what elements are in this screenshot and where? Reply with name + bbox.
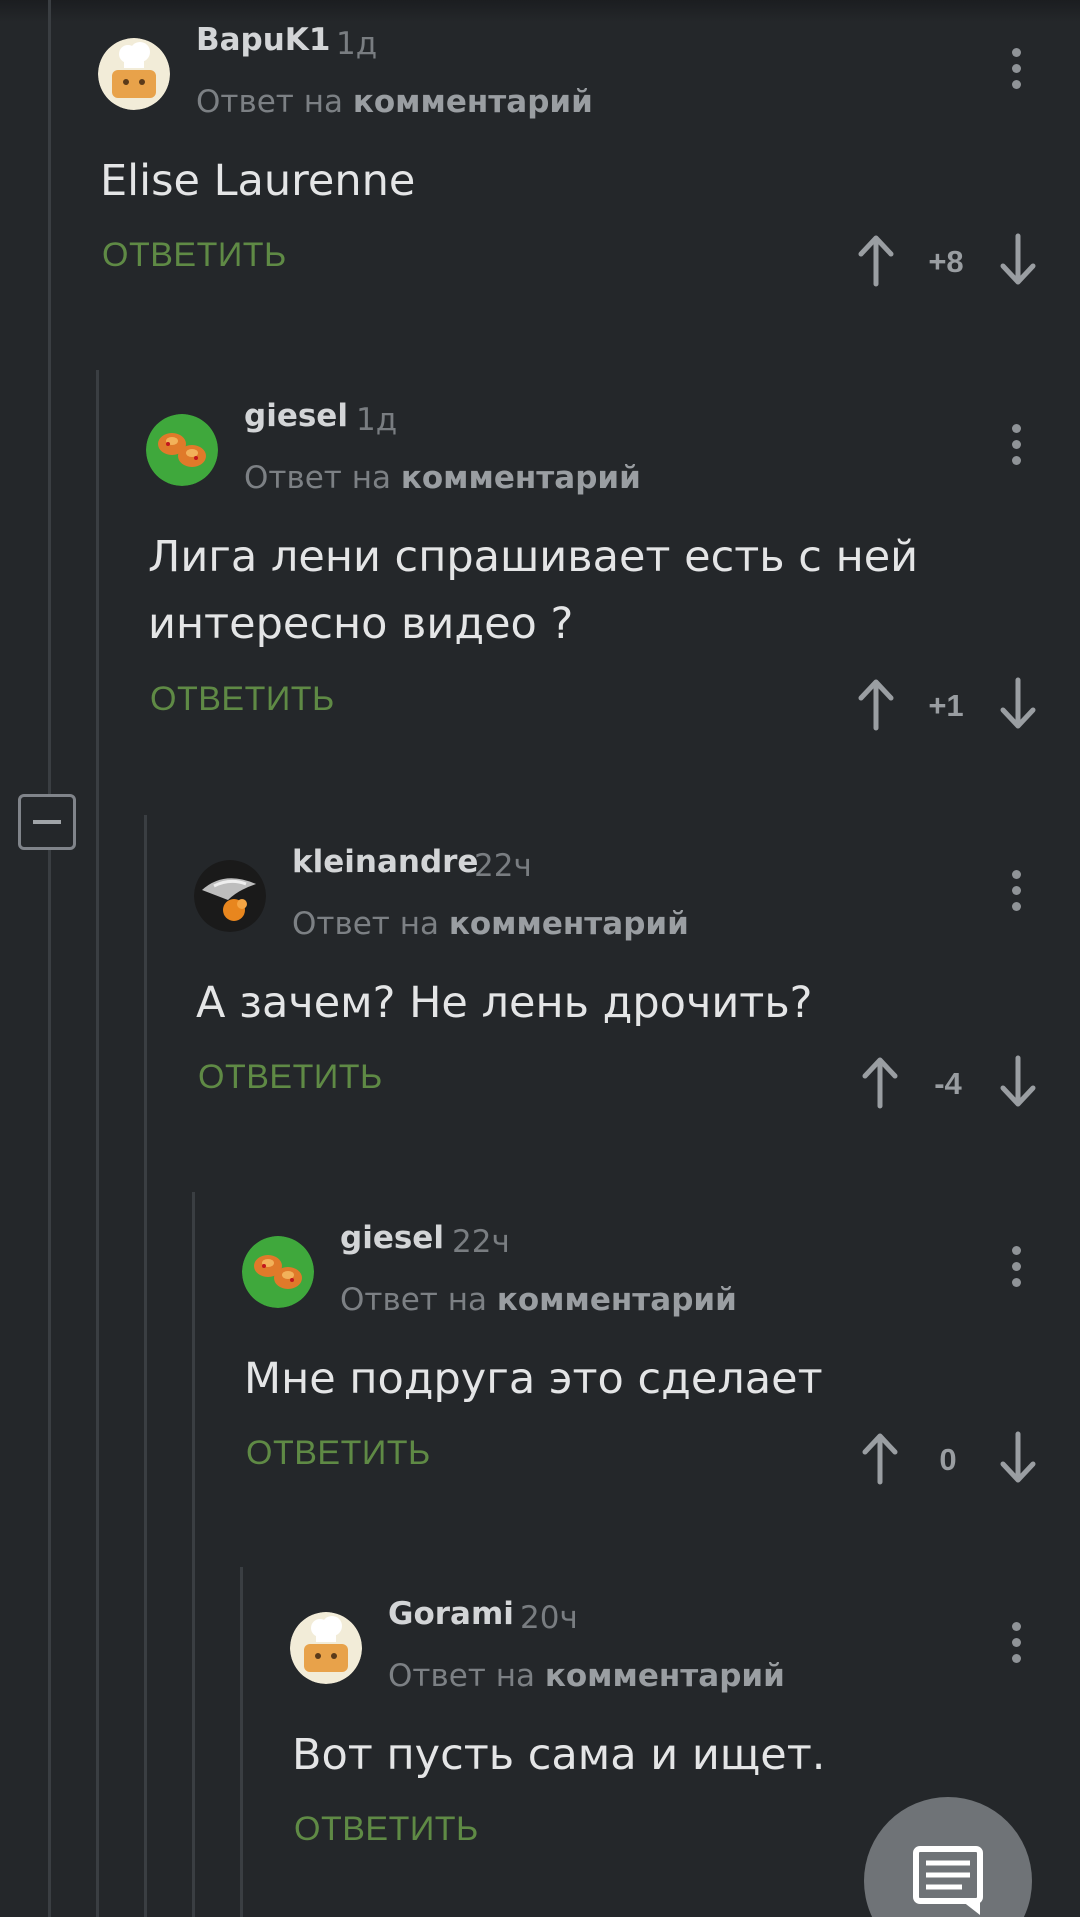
comment-author[interactable]: ВарuK1 [196, 22, 330, 58]
avatar-green-bun-icon[interactable] [242, 1236, 314, 1308]
comment-time: 20ч [520, 1600, 578, 1636]
upvote-arrow-icon[interactable] [860, 1430, 900, 1486]
downvote-arrow-icon[interactable] [998, 232, 1038, 288]
comment-text: Лига лени спрашивает есть с ней интересн… [148, 532, 919, 649]
avatar-green-bun-icon[interactable] [146, 414, 218, 486]
comment-time: 22ч [474, 848, 532, 884]
downvote-arrow-icon[interactable] [998, 1054, 1038, 1110]
comment-time: 22ч [452, 1224, 510, 1260]
reply-to-link[interactable]: Ответ на комментарий [196, 84, 593, 120]
reply-button[interactable]: ОТВЕТИТЬ [246, 1434, 431, 1473]
comment-text: Elise Laurenne [100, 156, 416, 206]
reply-to-target[interactable]: комментарий [401, 460, 641, 496]
reply-to-prefix: Ответ на [196, 84, 343, 120]
rating-score: +8 [928, 244, 964, 279]
comment-author[interactable]: giesel [340, 1220, 444, 1256]
upvote-arrow-icon[interactable] [856, 232, 896, 288]
downvote-arrow-icon[interactable] [998, 676, 1038, 732]
reply-to-link[interactable]: Ответ на комментарий [244, 460, 641, 496]
more-options-icon[interactable] [1002, 48, 1030, 96]
upvote-arrow-icon[interactable] [856, 676, 896, 732]
avatar-chef-icon[interactable] [290, 1612, 362, 1684]
comment: ВарuK1 1д Ответ на комментарий Elise Lau… [0, 0, 1080, 360]
reply-to-target[interactable]: комментарий [497, 1282, 737, 1318]
more-options-icon[interactable] [1002, 870, 1030, 918]
comment-text: Мне подруга это сделает [244, 1354, 823, 1404]
reply-button[interactable]: ОТВЕТИТЬ [198, 1058, 383, 1097]
reply-button[interactable]: ОТВЕТИТЬ [294, 1810, 479, 1849]
comment-time: 1д [336, 26, 378, 62]
rating-score: 0 [939, 1442, 957, 1477]
comment-time: 1д [356, 402, 398, 438]
comment: kleinandre 22ч Ответ на комментарий А за… [0, 822, 1080, 1182]
reply-button[interactable]: ОТВЕТИТЬ [102, 236, 287, 275]
comment-fab-button[interactable] [864, 1797, 1032, 1917]
more-options-icon[interactable] [1002, 424, 1030, 472]
comments-page: ВарuK1 1д Ответ на комментарий Elise Lau… [0, 0, 1080, 1917]
reply-to-link[interactable]: Ответ на комментарий [292, 906, 689, 942]
more-options-icon[interactable] [1002, 1246, 1030, 1294]
avatar-bird-photo-icon[interactable] [194, 860, 266, 932]
avatar-chef-icon[interactable] [98, 38, 170, 110]
reply-to-link[interactable]: Ответ на комментарий [340, 1282, 737, 1318]
reply-to-prefix: Ответ на [340, 1282, 487, 1318]
rating-score: +1 [928, 688, 964, 723]
reply-to-prefix: Ответ на [244, 460, 391, 496]
comment: giesel 1д Ответ на комментарий Лига лени… [0, 376, 1080, 796]
reply-to-prefix: Ответ на [388, 1658, 535, 1694]
comment-icon [913, 1846, 983, 1915]
comment-author[interactable]: Gorami [388, 1596, 514, 1632]
comment-text: А зачем? Не лень дрочить? [196, 978, 813, 1028]
reply-to-target[interactable]: комментарий [545, 1658, 785, 1694]
upvote-arrow-icon[interactable] [860, 1054, 900, 1110]
reply-button[interactable]: ОТВЕТИТЬ [150, 680, 335, 719]
comment-text: Вот пусть сама и ищет. [292, 1730, 826, 1780]
comment-author[interactable]: giesel [244, 398, 348, 434]
rating-score: -4 [934, 1066, 962, 1101]
downvote-arrow-icon[interactable] [998, 1430, 1038, 1486]
reply-to-link[interactable]: Ответ на комментарий [388, 1658, 785, 1694]
reply-to-prefix: Ответ на [292, 906, 439, 942]
comment-author[interactable]: kleinandre [292, 844, 478, 880]
more-options-icon[interactable] [1002, 1622, 1030, 1670]
reply-to-target[interactable]: комментарий [449, 906, 689, 942]
reply-to-target[interactable]: комментарий [353, 84, 593, 120]
comment: giesel 22ч Ответ на комментарий Мне подр… [0, 1198, 1080, 1558]
